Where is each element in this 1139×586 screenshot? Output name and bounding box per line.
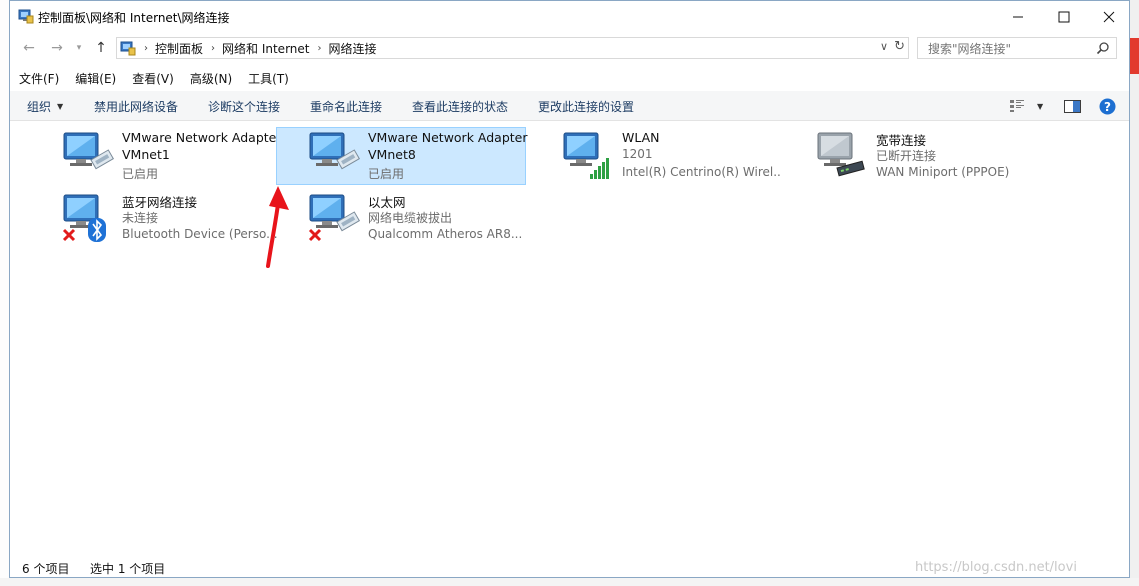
preview-pane-button[interactable] <box>1064 97 1081 115</box>
connection-device: WAN Miniport (PPPOE) <box>876 165 1010 179</box>
minimize-button[interactable] <box>995 1 1041 32</box>
chevron-right-icon[interactable]: › <box>317 43 321 54</box>
modem-icon <box>817 132 865 177</box>
network-folder-icon <box>120 41 136 56</box>
change-view-button[interactable]: ▼ <box>1009 97 1043 115</box>
dropdown-caret-icon: ▼ <box>57 102 64 111</box>
disconnected-x-icon <box>62 228 76 242</box>
window-title: 控制面板\网络和 Internet\网络连接 <box>38 11 230 25</box>
forward-arrow-icon: → <box>51 40 63 56</box>
view-options-icon <box>1010 100 1024 112</box>
preview-pane-icon <box>1064 99 1081 113</box>
search-input[interactable] <box>926 39 1100 59</box>
close-button[interactable] <box>1086 1 1129 32</box>
view-dropdown-caret-icon[interactable]: ▼ <box>1037 102 1043 111</box>
connection-item-vmnet1[interactable]: VMware Network Adapter VMnet1 已启用 <box>30 127 282 185</box>
connections-list: VMware Network Adapter VMnet1 已启用 VMware… <box>10 122 1129 552</box>
minimize-icon <box>1013 16 1023 17</box>
rename-button[interactable]: 重命名此连接 <box>310 98 382 115</box>
background-window-edge <box>0 0 9 586</box>
annotation-arrow-icon <box>266 186 289 268</box>
breadcrumb-network-connections[interactable]: 网络连接 <box>328 40 376 57</box>
up-arrow-icon: ↑ <box>95 40 107 56</box>
forward-button[interactable]: → <box>46 38 68 58</box>
address-bar[interactable]: › 控制面板 › 网络和 Internet › 网络连接 ∨ ↻ <box>116 37 909 59</box>
connection-name: WLAN <box>622 130 660 145</box>
connection-item-bluetooth[interactable]: 蓝牙网络连接 未连接 Bluetooth Device (Perso... <box>30 189 280 247</box>
back-arrow-icon: ← <box>23 40 35 56</box>
title-bar[interactable]: 控制面板\网络和 Internet\网络连接 <box>10 1 1129 32</box>
organize-label: 组织 <box>27 100 52 114</box>
menu-advanced[interactable]: 高级(N) <box>181 67 232 89</box>
connection-item-ethernet[interactable]: 以太网 网络电缆被拔出 Qualcomm Atheros AR8... <box>276 189 526 247</box>
connection-name-line2: VMnet8 <box>368 147 416 162</box>
menu-view[interactable]: 查看(V) <box>123 67 174 89</box>
back-button[interactable]: ← <box>18 38 40 58</box>
connection-status: 已断开连接 <box>876 149 937 163</box>
help-icon: ? <box>1099 98 1116 114</box>
svg-text:?: ? <box>1104 100 1111 114</box>
chevron-down-icon: ▾ <box>76 43 82 53</box>
connection-status: 已启用 <box>368 167 405 181</box>
breadcrumb-network-internet[interactable]: 网络和 Internet <box>222 40 309 57</box>
menu-bar: 文件(F) 编辑(E) 查看(V) 高级(N) 工具(T) <box>10 67 296 89</box>
watermark-text: https://blog.csdn.net/lovi <box>915 560 1077 575</box>
connection-status: 1201 <box>622 147 653 161</box>
command-bar: 组织 ▼ 禁用此网络设备 诊断这个连接 重命名此连接 查看此连接的状态 更改此连接… <box>10 91 1129 121</box>
help-button[interactable]: ? <box>1099 97 1116 115</box>
connection-name-line2: VMnet1 <box>122 147 170 162</box>
chevron-right-icon[interactable]: › <box>211 43 215 54</box>
address-dropdown-icon[interactable]: ∨ <box>880 40 888 53</box>
network-folder-icon <box>18 9 34 24</box>
connection-item-broadband[interactable]: 宽带连接 已断开连接 WAN Miniport (PPPOE) <box>784 127 1034 185</box>
diagnose-button[interactable]: 诊断这个连接 <box>208 98 280 115</box>
connection-name: VMware Network Adapter <box>122 130 282 145</box>
connection-device: Qualcomm Atheros AR8... <box>368 227 523 241</box>
selection-count: 选中 1 个项目 <box>90 562 166 576</box>
item-count: 6 个项目 <box>22 562 70 576</box>
recent-locations-button[interactable]: ▾ <box>68 38 90 58</box>
connection-device: Intel(R) Centrino(R) Wirel... <box>622 165 782 179</box>
connection-item-wlan[interactable]: WLAN 1201 Intel(R) Centrino(R) Wirel... <box>530 127 782 185</box>
search-box[interactable] <box>917 37 1117 59</box>
search-icon[interactable] <box>1096 41 1110 55</box>
status-bar: 6 个项目 选中 1 个项目 https://blog.csdn.net/lov… <box>10 554 1129 577</box>
wifi-signal-icon <box>563 132 609 179</box>
background-window-accent <box>1130 38 1139 74</box>
ethernet-adapter-icon <box>309 132 361 170</box>
maximize-button[interactable] <box>1041 1 1087 32</box>
connection-item-vmnet8[interactable]: VMware Network Adapter VMnet8 已启用 <box>276 127 528 185</box>
ethernet-disconnected-icon <box>308 194 361 242</box>
maximize-icon <box>1058 11 1070 22</box>
address-row: ← → ▾ ↑ › 控制面板 › 网络和 Internet › 网络连接 ∨ ↻ <box>10 34 1129 62</box>
connection-name: VMware Network Adapter <box>368 130 528 145</box>
organize-button[interactable]: 组织 ▼ <box>27 98 63 115</box>
ethernet-adapter-icon <box>63 132 115 170</box>
disconnected-x-icon <box>308 228 322 242</box>
close-icon <box>1103 11 1115 22</box>
disable-device-button[interactable]: 禁用此网络设备 <box>94 98 178 115</box>
change-settings-button[interactable]: 更改此连接的设置 <box>538 98 634 115</box>
refresh-icon[interactable]: ↻ <box>894 39 905 54</box>
bluetooth-icon <box>62 194 106 242</box>
connection-status: 网络电缆被拔出 <box>368 211 453 225</box>
network-connections-window: 控制面板\网络和 Internet\网络连接 ← → ▾ ↑ › 控制面板 › … <box>9 0 1130 578</box>
breadcrumb-control-panel[interactable]: 控制面板 <box>155 40 203 57</box>
view-status-button[interactable]: 查看此连接的状态 <box>412 98 508 115</box>
menu-file[interactable]: 文件(F) <box>10 67 59 89</box>
menu-tools[interactable]: 工具(T) <box>239 67 289 89</box>
background-window-bottom <box>0 578 1139 586</box>
menu-edit[interactable]: 编辑(E) <box>66 67 116 89</box>
up-button[interactable]: ↑ <box>90 38 112 58</box>
chevron-right-icon[interactable]: › <box>144 43 148 54</box>
